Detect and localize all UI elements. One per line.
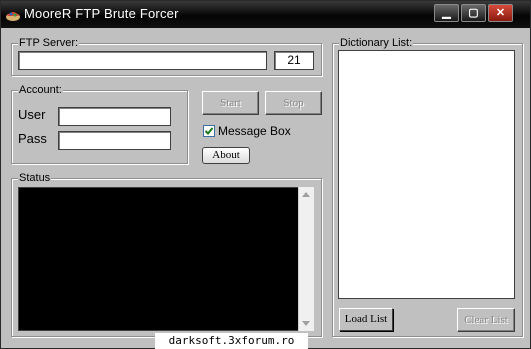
user-input[interactable]: [58, 107, 171, 126]
stop-button[interactable]: Stop: [265, 91, 322, 115]
status-output: [18, 187, 314, 331]
ftp-server-legend: FTP Server:: [18, 36, 80, 50]
scroll-down-arrow-icon[interactable]: [302, 321, 310, 326]
load-list-button[interactable]: Load List: [339, 308, 393, 331]
message-box-label: Message Box: [218, 124, 291, 138]
watermark-text: darksoft.3xforum.ro: [155, 333, 308, 349]
about-button[interactable]: About: [202, 147, 250, 164]
dictionary-list[interactable]: [338, 50, 515, 299]
maximize-button[interactable]: ▢: [461, 4, 486, 22]
checkmark-icon: [204, 127, 214, 135]
close-button[interactable]: ✕: [488, 4, 513, 22]
minimize-button[interactable]: ▁: [434, 4, 459, 22]
start-button[interactable]: Start: [202, 91, 259, 115]
ftp-port-input[interactable]: 21: [274, 51, 314, 70]
status-legend: Status: [18, 171, 52, 185]
clear-list-button[interactable]: Clear List: [457, 308, 515, 332]
app-window: MooreR FTP Brute Forcer ▁ ▢ ✕ FTP Server…: [0, 0, 531, 349]
scroll-up-arrow-icon[interactable]: [302, 192, 310, 197]
title-bar[interactable]: MooreR FTP Brute Forcer ▁ ▢ ✕: [1, 1, 530, 28]
window-title: MooreR FTP Brute Forcer: [24, 6, 179, 21]
message-box-checkbox[interactable]: [203, 125, 215, 137]
app-icon: [6, 12, 20, 21]
status-scrollbar[interactable]: [298, 187, 314, 331]
account-group: Account:: [11, 83, 188, 164]
dictionary-legend: Dictionary List:: [339, 36, 414, 50]
user-label: User: [18, 107, 46, 122]
pass-label: Pass: [18, 131, 47, 146]
account-legend: Account:: [18, 83, 63, 97]
ftp-host-input[interactable]: [18, 51, 267, 70]
pass-input[interactable]: [58, 131, 171, 150]
